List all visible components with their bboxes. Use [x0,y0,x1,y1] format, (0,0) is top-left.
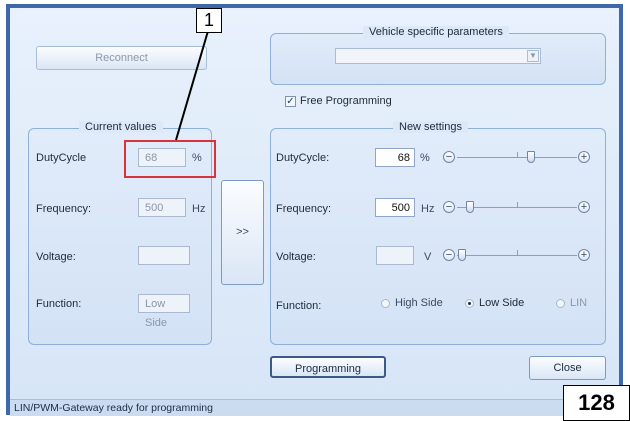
duty-decrease-icon[interactable]: − [443,151,455,163]
new-dutycycle-input[interactable]: 68 [375,148,415,167]
radio-low-side-label: Low Side [479,297,525,309]
new-function-label: Function: [276,300,322,312]
current-frequency-label: Frequency: [36,203,92,215]
callout-number: 1 [196,8,222,33]
new-settings-legend: New settings [393,121,468,133]
reconnect-button[interactable]: Reconnect [36,46,207,70]
radio-low-side-dot[interactable] [465,298,474,308]
new-dutycycle-label: DutyCycle: [276,152,330,164]
close-button[interactable]: Close [529,356,606,380]
free-programming-checkbox[interactable]: ✓ [285,96,296,107]
new-frequency-input[interactable]: 500 [375,198,415,217]
duty-increase-icon[interactable]: + [578,151,590,163]
current-frequency-field: 500 [138,198,186,217]
page-number: 128 [563,385,630,421]
new-frequency-unit: Hz [421,203,435,215]
new-voltage-input[interactable] [376,246,414,265]
current-dutycycle-label: DutyCycle [36,152,87,164]
current-function-label: Function: [36,298,82,310]
callout-highlight-box [124,140,216,178]
radio-high-side-label: High Side [395,297,443,309]
new-voltage-label: Voltage: [276,251,316,263]
status-bar: LIN/PWM-Gateway ready for programming [10,399,619,416]
radio-low-side[interactable]: Low Side [465,297,524,309]
volt-slider-track[interactable] [457,255,577,256]
volt-slider-tick [517,250,518,255]
duty-slider-thumb[interactable] [527,151,535,163]
radio-lin-label: LIN [570,297,588,309]
new-dutycycle-unit: % [420,152,430,164]
volt-increase-icon[interactable]: + [578,249,590,261]
programming-button[interactable]: Programming [270,356,386,378]
radio-high-side-dot[interactable] [381,298,390,308]
freq-increase-icon[interactable]: + [578,201,590,213]
new-voltage-unit: V [424,251,432,263]
vehicle-params-legend: Vehicle specific parameters [363,26,509,38]
transfer-values-button[interactable]: >> [221,180,264,285]
freq-slider-tick [517,202,518,207]
radio-lin[interactable]: LIN [556,297,587,309]
radio-lin-dot[interactable] [556,298,565,308]
duty-slider-tick [517,152,518,157]
chevron-down-icon[interactable]: ▼ [527,50,539,62]
free-programming-label: Free Programming [300,95,392,107]
vehicle-params-group: Vehicle specific parameters ▼ [270,26,606,85]
vehicle-params-select[interactable]: ▼ [335,48,541,64]
new-frequency-label: Frequency: [276,203,332,215]
duty-slider-track[interactable] [457,157,577,158]
volt-decrease-icon[interactable]: − [443,249,455,261]
current-function-field: Low Side [138,294,190,329]
current-values-legend: Current values [79,121,163,133]
current-frequency-unit: Hz [192,203,206,215]
radio-high-side[interactable]: High Side [381,297,443,309]
freq-decrease-icon[interactable]: − [443,201,455,213]
current-voltage-field [138,246,190,265]
volt-slider-thumb[interactable] [458,249,466,261]
current-voltage-label: Voltage: [36,251,76,263]
freq-slider-track[interactable] [457,207,577,208]
freq-slider-thumb[interactable] [466,201,474,213]
